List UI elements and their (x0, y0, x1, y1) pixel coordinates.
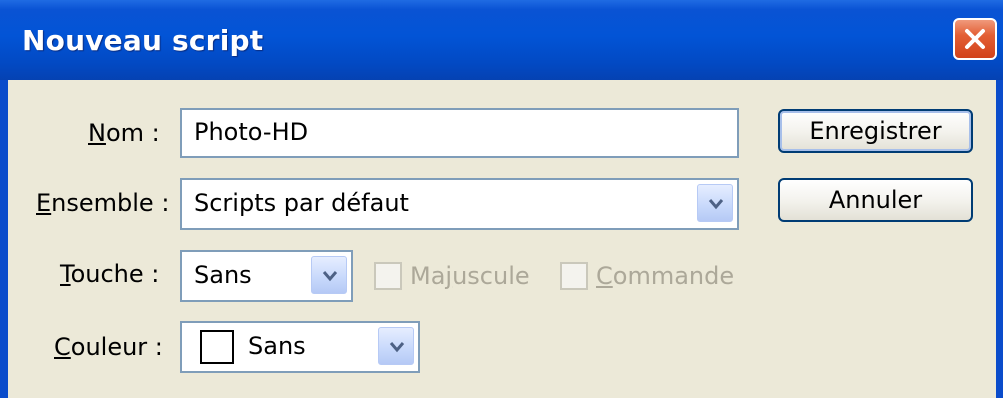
name-input[interactable]: Photo-HD (180, 108, 739, 158)
shift-checkbox[interactable] (374, 262, 402, 290)
color-swatch (200, 330, 234, 364)
key-select-value: Sans (194, 261, 252, 289)
dialog-window: Nouveau script Nom : Photo-HD Ensemble :… (0, 0, 1003, 398)
set-dropdown-button[interactable] (697, 184, 733, 222)
close-icon (965, 29, 985, 49)
color-label: Couleur : (54, 333, 163, 361)
window-frame-right (996, 80, 1003, 398)
set-select[interactable]: Scripts par défaut (180, 178, 739, 230)
title-bar[interactable]: Nouveau script (0, 0, 1003, 80)
chevron-down-icon (322, 271, 338, 282)
set-label: Ensemble : (36, 189, 170, 217)
save-button[interactable]: Enregistrer (778, 109, 973, 153)
window-title: Nouveau script (22, 24, 264, 57)
key-select[interactable]: Sans (180, 250, 353, 302)
chevron-down-icon (389, 342, 405, 353)
command-checkbox-label: Commande (596, 262, 735, 290)
key-label: Touche : (60, 260, 160, 288)
color-select-value: Sans (248, 332, 306, 360)
name-label: Nom : (88, 119, 160, 147)
key-dropdown-button[interactable] (311, 256, 347, 294)
window-frame-left (0, 80, 8, 398)
cancel-button[interactable]: Annuler (778, 178, 973, 222)
command-checkbox[interactable] (560, 262, 588, 290)
color-dropdown-button[interactable] (378, 327, 414, 365)
chevron-down-icon (708, 199, 724, 210)
set-select-value: Scripts par défaut (194, 189, 409, 217)
shift-checkbox-label: Majuscule (410, 262, 530, 290)
close-button[interactable] (953, 18, 997, 60)
